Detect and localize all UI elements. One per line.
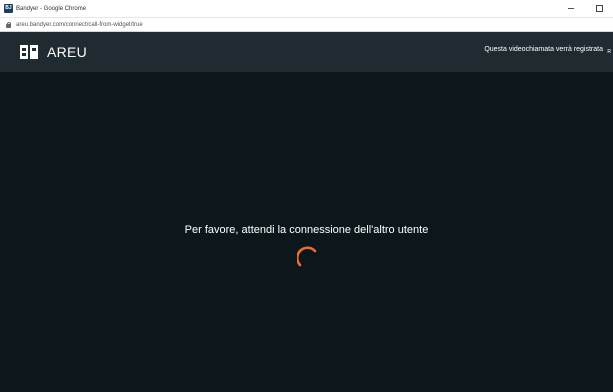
- maximize-button[interactable]: [585, 0, 613, 17]
- logo-tile-left: [20, 45, 28, 59]
- window-controls: [557, 0, 613, 17]
- browser-window: BJ Bandyer - Google Chrome areu.bandyer.…: [0, 0, 613, 392]
- favicon-text: BJ: [5, 5, 12, 11]
- address-bar[interactable]: areu.bandyer.com/connect/call-from-widge…: [0, 17, 613, 32]
- app-name: AREU: [47, 44, 88, 60]
- loading-spinner-icon: [297, 246, 317, 267]
- logo-tile-right: [30, 45, 38, 59]
- favicon-icon: BJ: [4, 4, 13, 13]
- call-stage: Per favore, attendi la connessione dell'…: [0, 72, 613, 392]
- maximize-icon: [595, 5, 603, 12]
- bandyer-logo-icon: [20, 45, 38, 59]
- recording-notice: Questa videochiamata verrà registrata: [484, 46, 603, 53]
- browser-title-bar: BJ Bandyer - Google Chrome: [0, 0, 613, 17]
- lock-icon: [6, 21, 11, 28]
- url-text[interactable]: areu.bandyer.com/connect/call-from-widge…: [16, 22, 143, 28]
- window-title: Bandyer - Google Chrome: [16, 5, 87, 12]
- recording-indicator: R: [607, 49, 611, 55]
- minimize-icon: [568, 8, 574, 9]
- waiting-message: Per favore, attendi la connessione dell'…: [184, 224, 429, 236]
- minimize-button[interactable]: [557, 0, 585, 17]
- app-header: AREU Questa videochiamata verrà registra…: [0, 32, 613, 72]
